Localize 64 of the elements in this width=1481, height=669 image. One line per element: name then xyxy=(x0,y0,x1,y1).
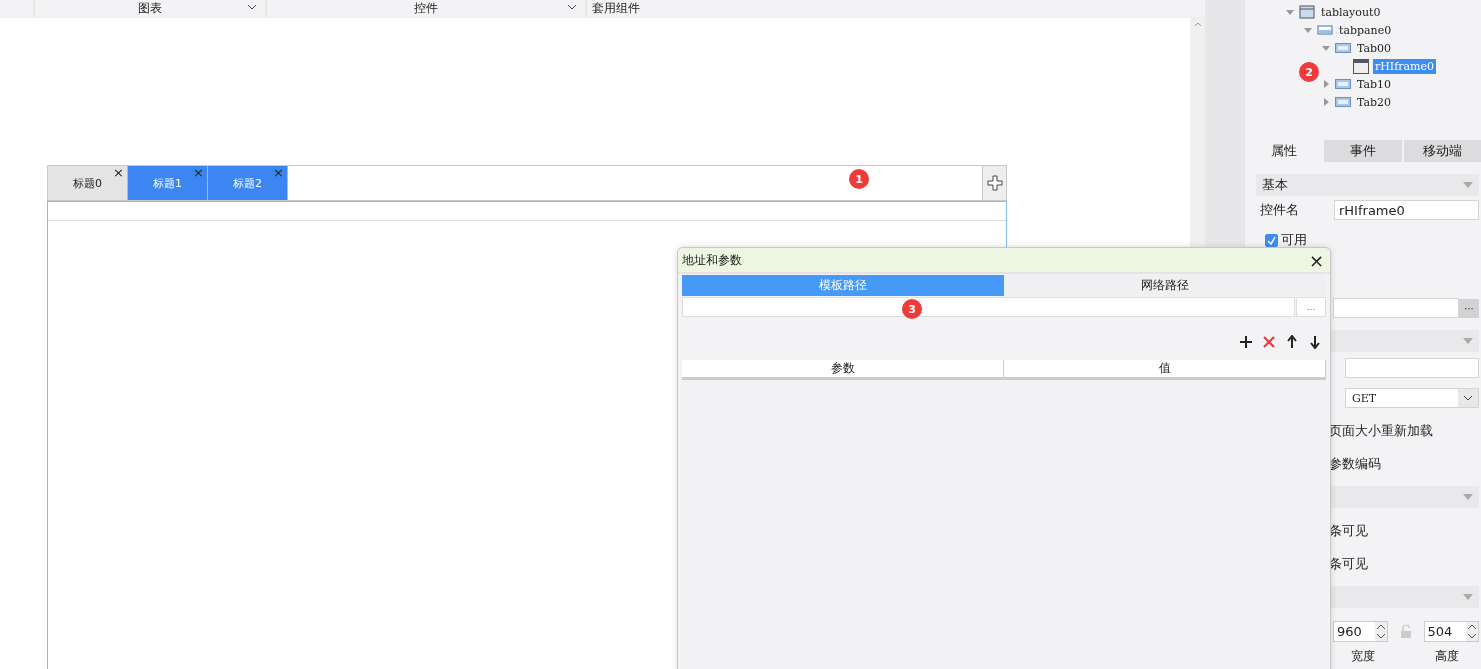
name-field[interactable]: rHIframe0 xyxy=(1334,200,1479,220)
panel-tab[interactable]: 移动端 xyxy=(1403,140,1481,162)
column-header: 参数 xyxy=(682,360,1004,377)
field-label: 控件名 xyxy=(1260,201,1300,219)
dropdown-arrow-icon xyxy=(1463,494,1473,500)
browse-button[interactable]: ... xyxy=(1296,297,1326,317)
add-icon[interactable] xyxy=(1239,335,1253,349)
section-header[interactable]: 基本 xyxy=(1256,174,1479,196)
width-label: 宽度 xyxy=(1350,647,1376,665)
checkbox[interactable] xyxy=(1265,233,1278,247)
plus-icon xyxy=(986,175,1003,191)
delete-icon[interactable] xyxy=(1262,335,1276,349)
column-header: 值 xyxy=(1004,360,1326,377)
tree-item[interactable]: Tab10 xyxy=(1355,76,1394,92)
collapse-arrow-icon[interactable] xyxy=(1321,43,1331,53)
text-field[interactable] xyxy=(1345,358,1479,378)
tree-item[interactable]: Tab00 xyxy=(1355,40,1394,56)
dropdown-arrow-icon xyxy=(1463,182,1473,188)
dropdown-arrow-icon xyxy=(1463,338,1473,344)
path-field[interactable] xyxy=(682,297,1295,317)
layout-icon xyxy=(1299,5,1315,19)
add-tab-button[interactable] xyxy=(982,166,1006,200)
close-icon[interactable]: × xyxy=(273,165,284,180)
checkbox-label: 可用 xyxy=(1281,231,1307,249)
height-label: 高度 xyxy=(1434,647,1460,665)
tab-icon xyxy=(1335,43,1351,53)
dropdown-arrow-icon xyxy=(1463,594,1473,600)
dialog-title: 地址和参数 xyxy=(682,251,742,269)
spinner-arrows-icon[interactable] xyxy=(1375,622,1388,641)
lock-icon[interactable] xyxy=(1400,625,1412,638)
expand-arrow-icon[interactable] xyxy=(1321,97,1331,107)
tab[interactable]: 标题2 × xyxy=(208,166,288,200)
move-down-icon[interactable] xyxy=(1308,335,1322,349)
collapse-arrow-icon[interactable] xyxy=(1285,7,1295,17)
tree-item[interactable]: tabpane0 xyxy=(1337,22,1394,38)
method-select[interactable]: GET xyxy=(1345,388,1479,408)
close-button[interactable]: × xyxy=(1308,249,1324,271)
option-label: 条可见 xyxy=(1329,555,1368,573)
section-title: 基本 xyxy=(1262,176,1288,194)
scroll-up-icon[interactable] xyxy=(1193,22,1202,27)
move-up-icon[interactable] xyxy=(1285,335,1299,349)
close-icon[interactable]: × xyxy=(113,165,124,180)
number-badge: 1 xyxy=(849,169,869,189)
browse-button[interactable]: ··· xyxy=(1459,298,1479,318)
tab[interactable]: 标题0 × xyxy=(48,166,128,200)
tab-icon xyxy=(1335,97,1351,107)
expand-arrow-icon[interactable] xyxy=(1321,79,1331,89)
width-field[interactable]: 960 xyxy=(1333,621,1389,642)
tab-icon xyxy=(1335,79,1351,89)
spinner-arrows-icon[interactable] xyxy=(1466,622,1478,641)
collapse-arrow-icon[interactable] xyxy=(1303,25,1313,35)
chevron-down-icon xyxy=(1463,395,1473,401)
option-label: 条可见 xyxy=(1329,522,1368,540)
pane-icon xyxy=(1317,25,1333,35)
height-field[interactable]: 504 xyxy=(1423,621,1479,642)
close-icon[interactable]: × xyxy=(193,165,204,180)
path-field[interactable] xyxy=(1333,298,1459,318)
option-label: 参数编码 xyxy=(1329,455,1381,473)
panel-tab[interactable]: 事件 xyxy=(1324,140,1402,162)
tab[interactable]: 标题1 × xyxy=(128,166,208,200)
tree-item[interactable]: Tab20 xyxy=(1355,94,1394,110)
tree-item[interactable]: tablayout0 xyxy=(1319,4,1383,20)
window-icon xyxy=(1353,58,1369,74)
number-badge: 2 xyxy=(1299,62,1319,82)
